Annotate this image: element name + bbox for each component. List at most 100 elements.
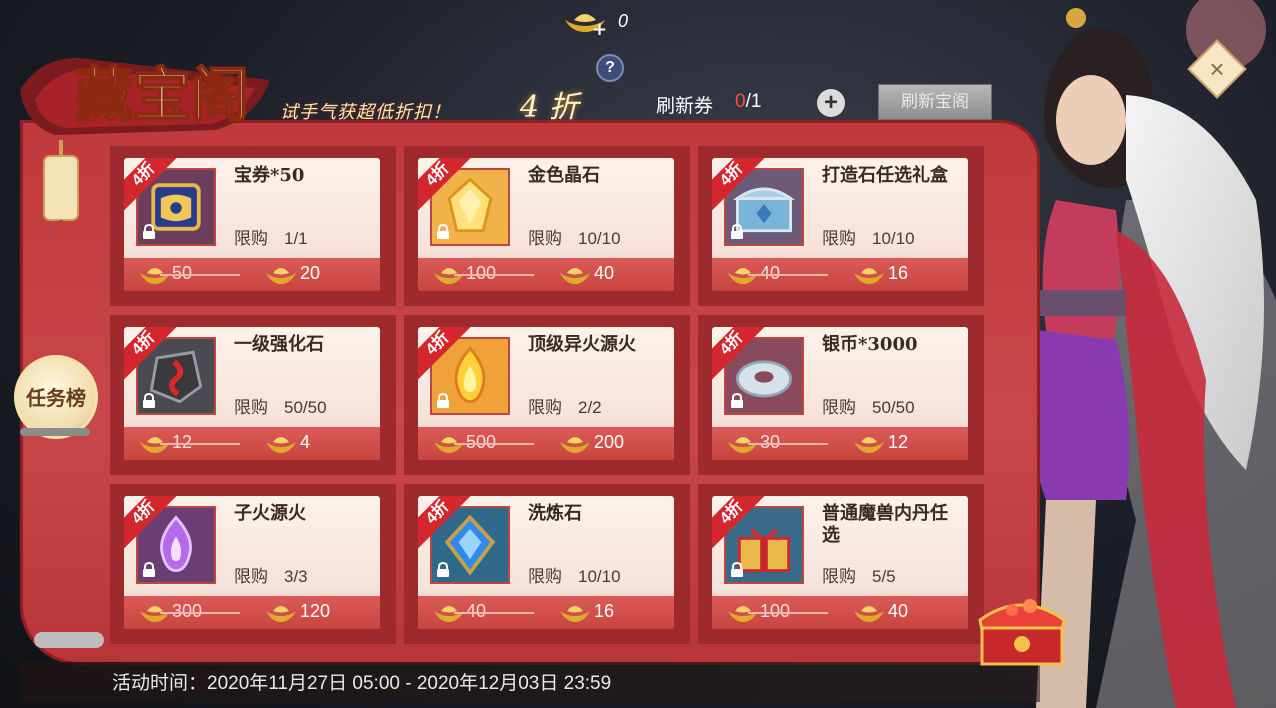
gold-ingot-icon <box>558 262 592 286</box>
limit-label: 限购 <box>528 229 562 248</box>
item-name: 一级强化石 <box>234 334 324 355</box>
price-row: 12 4 <box>124 427 380 460</box>
close-button[interactable]: × <box>1187 39 1247 99</box>
refresh-shop-button[interactable]: 刷新宝阁 <box>878 84 992 120</box>
limit-value: 1/1 <box>284 229 308 248</box>
strike-line <box>160 443 240 445</box>
item-name: 打造石任选礼盒 <box>822 165 948 186</box>
limit-value: 3/3 <box>284 567 308 586</box>
lock-icon <box>436 561 450 578</box>
strike-line <box>160 612 240 614</box>
limit-label: 限购 <box>234 229 268 248</box>
item-name: 普通魔兽内丹任选 <box>822 503 948 546</box>
limit-value: 2/2 <box>578 398 602 417</box>
limit-value: 10/10 <box>578 229 621 248</box>
shop-item-card[interactable]: 4折 一级强化石 限购 50/50 12 4 <box>110 315 396 475</box>
limit-label: 限购 <box>822 567 856 586</box>
item-card-body: 4折 洗炼石 限购 10/10 40 16 <box>418 496 674 629</box>
purchase-limit: 限购 2/2 <box>528 393 602 418</box>
strike-line <box>748 612 828 614</box>
item-name: 子火源火 <box>234 503 306 524</box>
discount-price: 12 <box>888 432 909 452</box>
shop-item-card[interactable]: 4折 顶级异火源火 限购 2/2 500 200 <box>404 315 690 475</box>
item-card-body: 4折 打造石任选礼盒 限购 10/10 40 16 <box>712 158 968 291</box>
gold-ingot-icon <box>264 431 298 455</box>
limit-value: 10/10 <box>872 229 915 248</box>
event-time: 活动时间：2020年11月27日 05:00 - 2020年12月03日 23:… <box>112 673 612 694</box>
scroll-indicator <box>20 428 90 436</box>
discount-price: 120 <box>300 601 331 621</box>
purchase-limit: 限购 10/10 <box>528 224 621 249</box>
gold-ingot-add-icon[interactable]: + <box>562 6 608 36</box>
gold-ingot-icon <box>264 600 298 624</box>
purchase-limit: 限购 50/50 <box>234 393 327 418</box>
refresh-ticket-count: 0/1 <box>735 91 761 113</box>
item-card-body: 4折 宝券*50 限购 1/1 50 20 <box>124 158 380 291</box>
shop-item-card[interactable]: 4折 子火源火 限购 3/3 300 120 <box>110 484 396 644</box>
limit-label: 限购 <box>234 567 268 586</box>
discount-label: 4 折 <box>520 90 579 125</box>
close-icon: × <box>1209 54 1225 84</box>
item-name: 洗炼石 <box>528 503 582 524</box>
shop-item-card[interactable]: 4折 打造石任选礼盒 限购 10/10 40 16 <box>698 146 984 306</box>
shop-item-card[interactable]: 4折 洗炼石 限购 10/10 40 16 <box>404 484 690 644</box>
discount-price: 20 <box>300 263 321 283</box>
gold-ingot-icon <box>558 600 592 624</box>
limit-value: 50/50 <box>284 398 327 417</box>
discount-price: 16 <box>888 263 909 283</box>
lock-icon <box>142 223 156 240</box>
strike-line <box>454 612 534 614</box>
item-name: 银币*3000 <box>822 334 918 355</box>
purchase-limit: 限购 3/3 <box>234 562 308 587</box>
task-board-button[interactable]: 任务榜 <box>14 355 98 439</box>
refresh-ticket-label: 刷新券 <box>656 96 714 117</box>
price-row: 30 12 <box>712 427 968 460</box>
shop-item-card[interactable]: 4折 宝券*50 限购 1/1 50 20 <box>110 146 396 306</box>
shop-item-card[interactable]: 4折 金色晶石 限购 10/10 100 40 <box>404 146 690 306</box>
lock-icon <box>730 392 744 409</box>
refresh-ticket-total: /1 <box>745 91 762 112</box>
strike-line <box>454 443 534 445</box>
limit-label: 限购 <box>234 398 268 417</box>
limit-value: 5/5 <box>872 567 896 586</box>
item-card-body: 4折 子火源火 限购 3/3 300 120 <box>124 496 380 629</box>
top-currency: + 0 <box>562 6 628 36</box>
shop-item-card[interactable]: 4折 银币*3000 限购 50/50 30 12 <box>698 315 984 475</box>
item-name: 金色晶石 <box>528 165 600 186</box>
lock-icon <box>142 561 156 578</box>
lock-icon <box>436 392 450 409</box>
gold-ingot-icon <box>264 262 298 286</box>
refresh-ticket-used: 0 <box>735 91 746 112</box>
price-row: 100 40 <box>712 596 968 629</box>
price-row: 100 40 <box>418 258 674 291</box>
limit-value: 50/50 <box>872 398 915 417</box>
lock-icon <box>730 561 744 578</box>
limit-label: 限购 <box>528 398 562 417</box>
gold-ingot-icon <box>852 262 886 286</box>
svg-text:+: + <box>592 19 607 36</box>
help-button[interactable]: ? <box>596 54 624 82</box>
treasure-pavilion-logo: 藏宝阁 <box>20 58 270 135</box>
purchase-limit: 限购 5/5 <box>822 562 896 587</box>
item-card-body: 4折 一级强化石 限购 50/50 12 4 <box>124 327 380 460</box>
limit-value: 10/10 <box>578 567 621 586</box>
strike-line <box>748 443 828 445</box>
gold-ingot-icon <box>852 431 886 455</box>
purchase-limit: 限购 10/10 <box>822 224 915 249</box>
gold-ingot-icon <box>852 600 886 624</box>
page-title: 藏宝阁 <box>75 61 249 129</box>
price-row: 300 120 <box>124 596 380 629</box>
discount-price: 200 <box>594 432 625 452</box>
purchase-limit: 限购 50/50 <box>822 393 915 418</box>
add-ticket-button[interactable]: + <box>817 89 845 117</box>
limit-label: 限购 <box>822 398 856 417</box>
treasure-chest-icon[interactable] <box>972 570 1072 670</box>
lock-icon <box>142 392 156 409</box>
shop-item-card[interactable]: 4折 普通魔兽内丹任选 限购 5/5 100 40 <box>698 484 984 644</box>
price-row: 500 200 <box>418 427 674 460</box>
item-card-body: 4折 顶级异火源火 限购 2/2 500 200 <box>418 327 674 460</box>
purchase-limit: 限购 10/10 <box>528 562 621 587</box>
lantern-icon <box>43 140 79 238</box>
lock-icon <box>436 223 450 240</box>
item-card-body: 4折 普通魔兽内丹任选 限购 5/5 100 40 <box>712 496 968 629</box>
